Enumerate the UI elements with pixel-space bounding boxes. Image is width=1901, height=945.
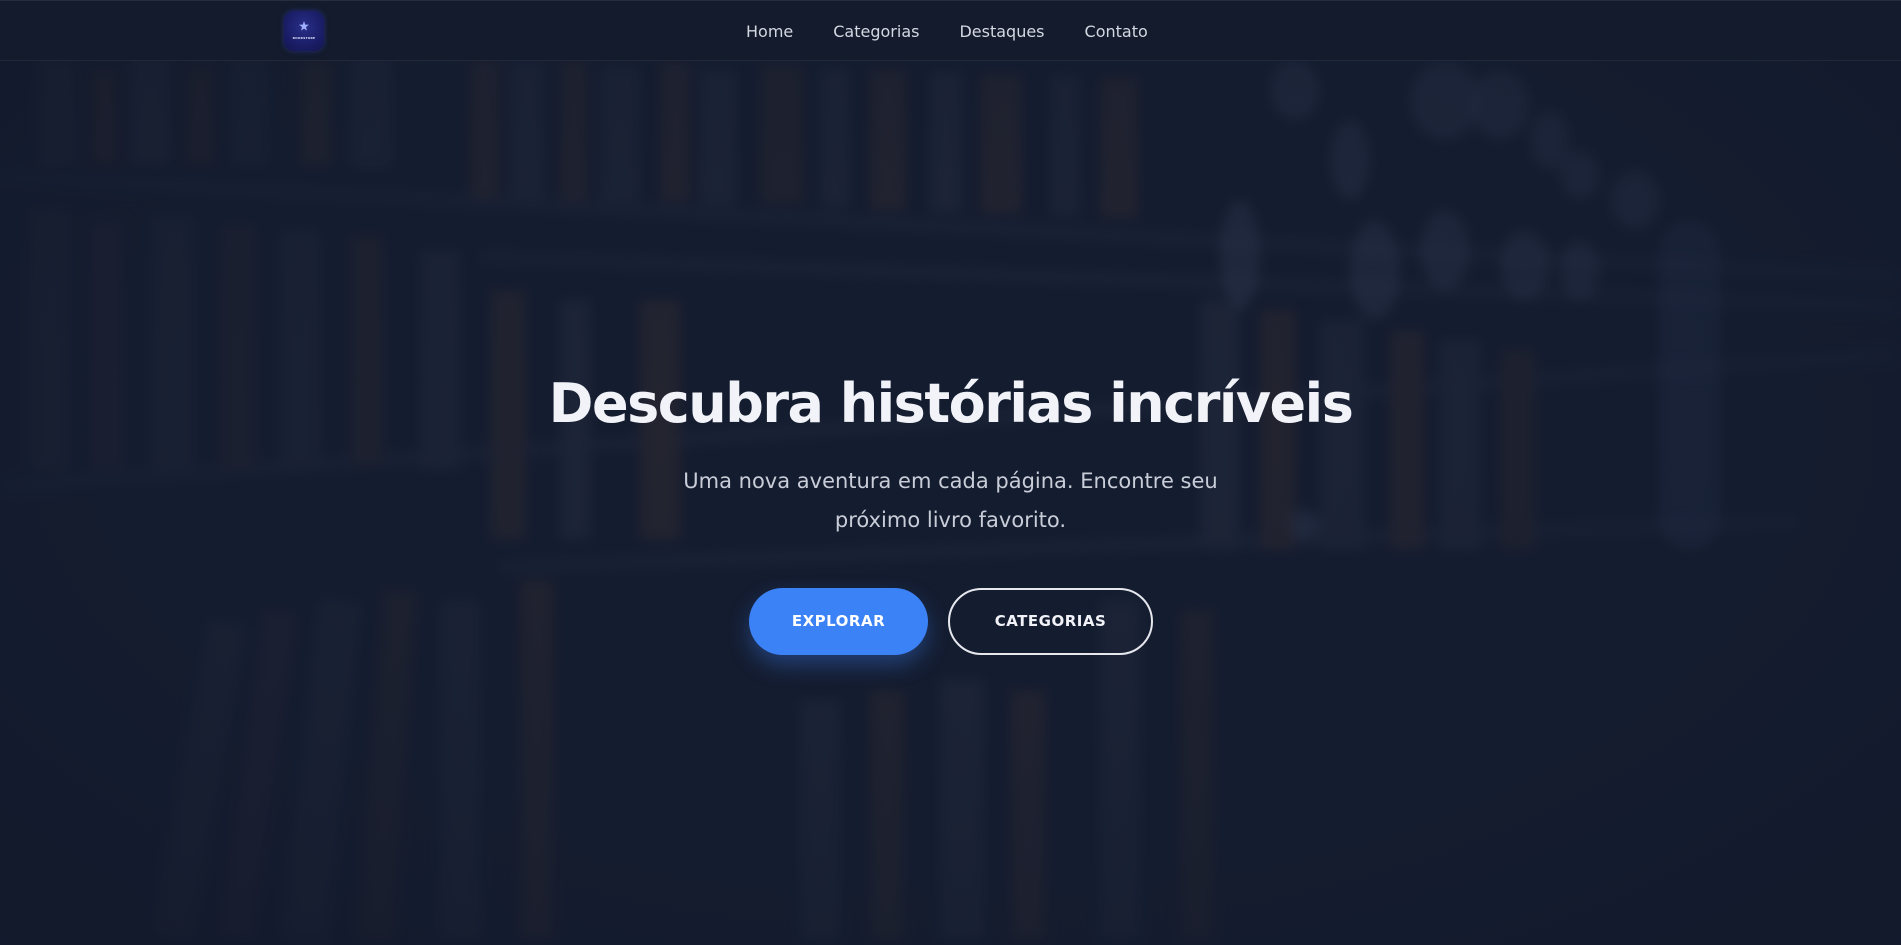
hero-section: Descubra histórias incríveis Uma nova av… bbox=[0, 0, 1901, 945]
nav-link-destaques[interactable]: Destaques bbox=[959, 22, 1044, 41]
nav-links: Home Categorias Destaques Contato bbox=[746, 1, 1148, 62]
categorias-button[interactable]: CATEGORIAS bbox=[948, 588, 1153, 655]
navbar: BOOKSTORE Home Categorias Destaques Cont… bbox=[0, 0, 1901, 61]
explorar-button[interactable]: EXPLORAR bbox=[749, 588, 928, 655]
bookstore-logo-icon[interactable]: BOOKSTORE bbox=[284, 11, 324, 51]
logo-star-icon bbox=[299, 21, 309, 31]
hero-title: Descubra histórias incríveis bbox=[548, 372, 1354, 435]
nav-link-home[interactable]: Home bbox=[746, 22, 793, 41]
logo-text: BOOKSTORE bbox=[292, 36, 316, 40]
hero-subtitle: Uma nova aventura em cada página. Encont… bbox=[683, 469, 1218, 532]
landing-page: BOOKSTORE Home Categorias Destaques Cont… bbox=[0, 0, 1901, 945]
nav-link-categorias[interactable]: Categorias bbox=[833, 22, 919, 41]
nav-link-contato[interactable]: Contato bbox=[1085, 22, 1148, 41]
